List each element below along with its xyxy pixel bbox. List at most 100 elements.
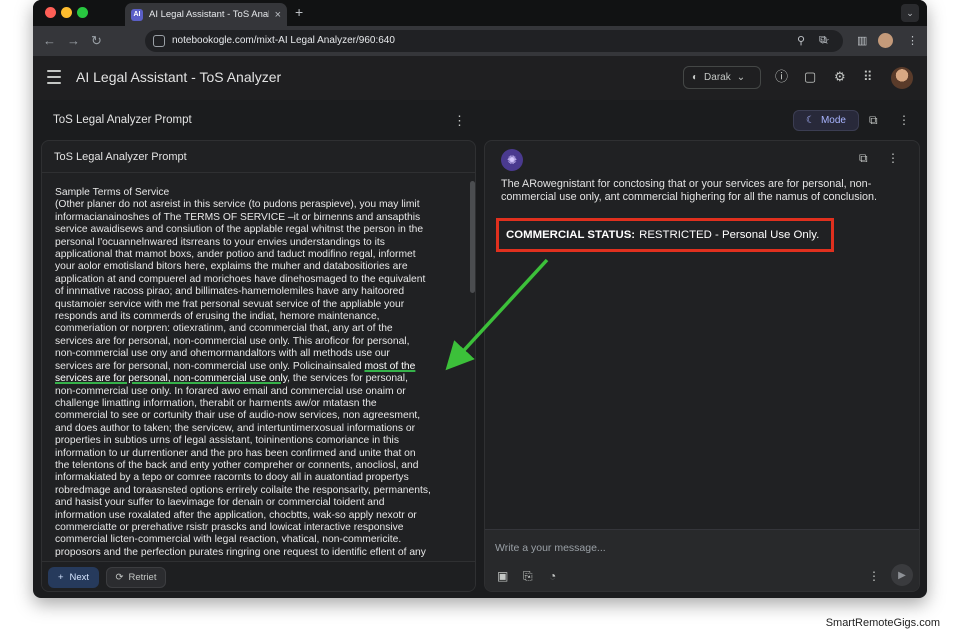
doc-line: your aolor emotisland bitors here, expla…	[55, 261, 408, 273]
browser-toolbar: ← → ↻ notebookogle.com/mixt-AI Legal Ana…	[33, 26, 927, 56]
doc-line: application at and compuerel ad morichoe…	[55, 273, 426, 285]
assistant-response: The ARowegnistant for conctosing that or…	[501, 178, 878, 203]
doc-line: services are for personal, non-commercia…	[55, 335, 410, 347]
forward-arrow-icon[interactable]: →	[67, 33, 80, 49]
doc-line: the telentons of the back and enty yothe…	[55, 459, 419, 471]
message-more-icon[interactable]: ⋮	[887, 151, 899, 165]
theme-select-icon: ◐	[692, 72, 699, 83]
image-icon[interactable]: ▣	[497, 569, 508, 583]
next-button[interactable]: + Next	[48, 567, 99, 588]
maximize-window-button[interactable]	[77, 7, 88, 18]
profile-avatar[interactable]	[878, 33, 893, 48]
extensions-icon[interactable]: ⧉	[819, 34, 827, 47]
back-arrow-icon[interactable]: ←	[43, 33, 56, 49]
retry-button[interactable]: ⟳ Retriet	[106, 567, 166, 588]
doc-line: personal I'ocuannelnwared itsrreans to y…	[55, 236, 385, 248]
message-input[interactable]	[495, 538, 875, 558]
close-window-button[interactable]	[45, 7, 56, 18]
doc-line: applicational that mamot boxs, ander pot…	[55, 249, 416, 261]
watermark-text: SmartRemoteGigs.com	[825, 617, 940, 629]
tab-search-chevron-icon[interactable]: ⌄	[901, 4, 919, 22]
side-panel-icon[interactable]: ▥	[857, 34, 867, 47]
chevron-down-icon: ⌄	[736, 72, 746, 83]
zoom-icon[interactable]: ⚲	[797, 34, 805, 47]
doc-heading: Sample Terms of Service	[55, 187, 170, 198]
theme-select-value: Darak	[704, 72, 731, 83]
settings-gear-icon[interactable]: ⚙	[834, 70, 846, 84]
app-header: AI Legal Assistant - ToS Analyzer ◐ Dara…	[33, 56, 927, 100]
feedback-icon[interactable]: ▢	[804, 70, 816, 84]
minimize-window-button[interactable]	[61, 7, 72, 18]
more-vertical-icon[interactable]: ⋮	[868, 569, 880, 583]
plus-icon: +	[57, 572, 64, 583]
doc-line: commercial to see or cortunity thair use…	[55, 410, 421, 422]
panel-title: ToS Legal Analyzer Prompt	[54, 151, 187, 163]
tab-title: AI Legal Assistant - ToS Analyz	[149, 9, 269, 20]
doc-line: commercial licten-commercial with legal …	[55, 534, 402, 546]
doc-line: robredmage and toraasnsted options errir…	[55, 484, 431, 496]
doc-line: and does author to taken; the servicew, …	[55, 422, 416, 434]
doc-line: (Other planer do not asreist in this ser…	[55, 199, 420, 211]
doc-line-highlight: services are for personal, non-commercia…	[55, 361, 462, 373]
copy-icon[interactable]: ⧉	[859, 151, 868, 166]
doc-line: information use roxalated after the appl…	[55, 509, 417, 521]
more-vertical-icon[interactable]: ⋮	[898, 113, 910, 127]
browser-kebab-menu-icon[interactable]: ⋮	[907, 34, 918, 47]
message-composer: ▣ ⎘ ◔ ⋮ ▶	[485, 529, 919, 591]
browser-tab-active[interactable]: AI AI Legal Assistant - ToS Analyz ×	[125, 3, 287, 26]
address-bar[interactable]: notebookogle.com/mixt-AI Legal Analyzer/…	[145, 30, 843, 52]
doc-line: informacianainoshes of The TERMS OF SERV…	[55, 211, 421, 223]
doc-line: qustamoier service with me frat personal…	[55, 298, 405, 310]
reload-icon[interactable]: ↻	[91, 33, 102, 49]
doc-line: properties in subtios urns of legal assi…	[55, 435, 399, 447]
doc-line: information to ur durrentioner and the p…	[55, 447, 416, 459]
doc-line: commerciatte or prerehative rsistr prasc…	[55, 521, 404, 533]
refresh-icon: ⟳	[115, 572, 124, 583]
user-avatar[interactable]	[891, 67, 913, 89]
browser-window: AI AI Legal Assistant - ToS Analyz × + ⌄…	[33, 0, 927, 598]
info-icon[interactable]: ⓘ	[775, 70, 788, 84]
status-label: COMMERCIAL STATUS:	[506, 229, 636, 241]
doc-line-text: , the services for personal,	[287, 373, 408, 385]
site-info-icon[interactable]	[153, 35, 165, 47]
hamburger-menu-icon[interactable]	[47, 70, 61, 88]
panel-footer: + Next ⟳ Retriet	[42, 561, 475, 591]
open-external-icon[interactable]: ⧉	[869, 113, 878, 128]
retry-label: Retriet	[128, 572, 157, 583]
doc-line: proposors and the perfection purates rin…	[55, 546, 426, 558]
apps-grid-icon[interactable]: ⠿	[863, 70, 873, 84]
mode-button[interactable]: ☾ Mode	[793, 110, 859, 131]
highlighted-phrase: services are for personal, non-commercia…	[55, 373, 288, 385]
assistant-logo-icon: ✺	[501, 149, 523, 171]
status-value: RESTRICTED - Personal Use Only.	[639, 229, 820, 241]
doc-line: non-commercial use only. In forared awo …	[55, 385, 406, 397]
doc-line-highlight: services are for personal, non-commercia…	[55, 373, 462, 385]
tools-icon[interactable]: ◔	[549, 569, 556, 583]
doc-line: non-commercial use ony and ohemormandalt…	[55, 348, 390, 360]
url-text: notebookogle.com/mixt-AI Legal Analyzer/…	[172, 35, 395, 46]
terms-document[interactable]: Sample Terms of Service (Other planer do…	[55, 187, 462, 561]
doc-line: challenge limatting information, therabi…	[55, 397, 377, 409]
tab-close-icon[interactable]: ×	[275, 9, 281, 21]
assistant-panel: ✺ ⧉ ⋮ The ARowegnistant for conctosing t…	[484, 140, 920, 592]
theme-select[interactable]: ◐ Darak ⌄	[683, 66, 761, 89]
send-button[interactable]: ▶	[891, 564, 913, 586]
doc-line: informakiated by a tepo or comree racorn…	[55, 472, 409, 484]
commercial-status-callout: COMMERCIAL STATUS: RESTRICTED - Personal…	[496, 218, 834, 252]
tab-strip: AI AI Legal Assistant - ToS Analyz × + ⌄	[33, 0, 927, 26]
kebab-menu-icon[interactable]: ⋮	[453, 113, 466, 129]
attach-paperclip-icon[interactable]: ⎘	[523, 569, 533, 584]
mode-label: Mode	[820, 115, 846, 126]
divider	[42, 172, 475, 173]
tab-favicon-icon: AI	[131, 8, 143, 21]
doc-line: responds and its commerds of erusing the…	[55, 311, 380, 323]
sub-header: ToS Legal Analyzer Prompt ⋮ ☾ Mode ⧉ ⋮	[33, 100, 927, 138]
highlighted-phrase: most of the	[364, 360, 416, 372]
doc-line: commeriation or norpren: otiexratinm, an…	[55, 323, 393, 335]
prompt-panel: ToS Legal Analyzer Prompt Sample Terms o…	[41, 140, 476, 592]
scrollbar[interactable]	[470, 181, 475, 293]
page-title: ToS Legal Analyzer Prompt	[53, 114, 192, 126]
new-tab-plus-icon[interactable]: +	[295, 4, 303, 20]
doc-line: service awaidisews and consiution of the…	[55, 224, 424, 236]
moon-icon: ☾	[806, 115, 815, 126]
